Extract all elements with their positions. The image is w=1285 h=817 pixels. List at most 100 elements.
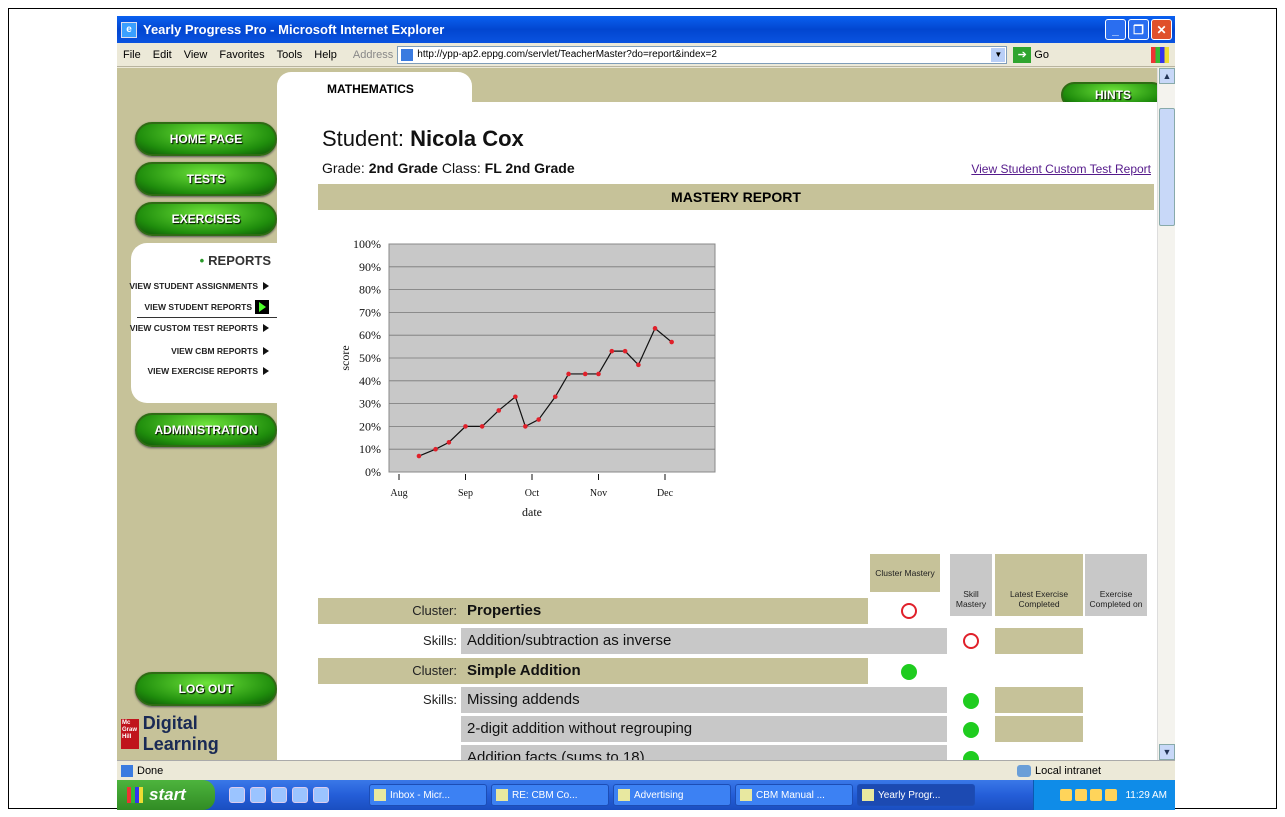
tray-icon[interactable] bbox=[1090, 789, 1103, 801]
y-tick-label: 30% bbox=[359, 397, 381, 411]
vertical-scrollbar[interactable]: ▲ ▼ bbox=[1157, 68, 1175, 760]
y-tick-label: 70% bbox=[359, 305, 381, 319]
scroll-thumb[interactable] bbox=[1159, 108, 1175, 226]
task-yearly-progress[interactable]: Yearly Progr... bbox=[857, 784, 975, 806]
restore-icon[interactable]: ❐ bbox=[1128, 19, 1149, 40]
brand: Mc Graw Hill Digital Learning bbox=[121, 713, 277, 755]
skill-mastery-header: Skill Mastery bbox=[950, 582, 992, 616]
desktop-icon[interactable] bbox=[313, 787, 329, 803]
go-label: Go bbox=[1034, 48, 1049, 61]
task-inbox[interactable]: Inbox - Micr... bbox=[369, 784, 487, 806]
x-tick-label: Sep bbox=[458, 488, 473, 499]
report-link-label: VIEW CBM REPORTS bbox=[171, 346, 258, 356]
title-bar: e Yearly Progress Pro - Microsoft Intern… bbox=[117, 16, 1175, 43]
data-point bbox=[596, 371, 601, 377]
left-nav: HOME PAGE TESTS EXERCISES • REPORTS VIEW … bbox=[117, 68, 277, 760]
media-icon[interactable] bbox=[271, 787, 287, 803]
menu-edit[interactable]: Edit bbox=[147, 49, 178, 61]
tab-mathematics[interactable]: MATHEMATICS bbox=[277, 72, 472, 102]
view-student-custom-test-report-link[interactable]: View Student Custom Test Report bbox=[971, 162, 1151, 176]
menu-help[interactable]: Help bbox=[308, 49, 343, 61]
main-panel: Student: Nicola Cox Grade: 2nd Grade Cla… bbox=[277, 102, 1157, 760]
minimize-icon[interactable]: _ bbox=[1105, 19, 1126, 40]
menu-tools[interactable]: Tools bbox=[271, 49, 309, 61]
logout-button[interactable]: LOG OUT bbox=[135, 672, 277, 706]
go-button[interactable]: ➔ Go bbox=[1013, 46, 1049, 63]
mcgraw-hill-logo: Mc Graw Hill bbox=[121, 719, 139, 749]
x-tick-label: Dec bbox=[657, 488, 674, 499]
view-student-assignments-link[interactable]: VIEW STUDENT ASSIGNMENTS bbox=[129, 281, 269, 291]
network-icon[interactable] bbox=[292, 787, 308, 803]
data-point bbox=[536, 417, 541, 422]
data-point bbox=[416, 453, 422, 459]
task-advertising[interactable]: Advertising bbox=[613, 784, 731, 806]
status-bar: Done Local intranet bbox=[117, 760, 1175, 780]
data-point bbox=[566, 371, 571, 377]
view-custom-test-reports-link[interactable]: VIEW CUSTOM TEST REPORTS bbox=[130, 323, 269, 333]
outlook-icon[interactable] bbox=[229, 787, 245, 803]
outlook-icon bbox=[374, 789, 386, 801]
y-tick-label: 80% bbox=[359, 283, 381, 297]
tests-button[interactable]: TESTS bbox=[135, 162, 277, 196]
cluster-name: Simple Addition bbox=[461, 658, 868, 684]
row-label bbox=[318, 745, 461, 760]
latest-exercise-header: Latest Exercise Completed bbox=[995, 582, 1083, 616]
tray-icon[interactable] bbox=[1075, 789, 1088, 801]
taskbar: start Inbox - Micr... RE: CBM Co... Adve… bbox=[117, 780, 1175, 810]
windows-logo-icon bbox=[1151, 46, 1169, 63]
view-cbm-reports-link[interactable]: VIEW CBM REPORTS bbox=[171, 346, 269, 356]
report-link-label: VIEW STUDENT REPORTS bbox=[144, 302, 252, 312]
start-button[interactable]: start bbox=[117, 780, 215, 810]
student-heading: Student: Nicola Cox bbox=[322, 126, 524, 152]
menu-favorites[interactable]: Favorites bbox=[213, 49, 270, 61]
view-exercise-reports-link[interactable]: VIEW EXERCISE REPORTS bbox=[147, 366, 269, 376]
close-icon[interactable]: ✕ bbox=[1151, 19, 1172, 40]
data-point bbox=[496, 408, 502, 413]
tray-icons bbox=[1060, 789, 1118, 801]
app-content: HOME PAGE TESTS EXERCISES • REPORTS VIEW … bbox=[117, 68, 1157, 760]
x-axis-label: date bbox=[522, 505, 542, 519]
zone-label: Local intranet bbox=[1035, 764, 1102, 777]
data-point bbox=[446, 440, 452, 445]
tray-icon[interactable] bbox=[1105, 789, 1118, 801]
task-label: Inbox - Micr... bbox=[390, 789, 451, 801]
y-axis-label: score bbox=[338, 345, 352, 370]
tray-icon[interactable] bbox=[1060, 789, 1073, 801]
browser-window: e Yearly Progress Pro - Microsoft Intern… bbox=[117, 16, 1175, 810]
student-label: Student: bbox=[322, 126, 404, 151]
view-student-reports-link[interactable]: VIEW STUDENT REPORTS bbox=[144, 300, 269, 314]
administration-button[interactable]: ADMINISTRATION bbox=[135, 413, 277, 447]
data-point bbox=[636, 362, 641, 368]
address-label: Address bbox=[352, 48, 394, 61]
start-label: start bbox=[149, 785, 186, 804]
cluster-mastery-header: Cluster Mastery bbox=[870, 554, 940, 592]
menu-file[interactable]: File bbox=[117, 49, 147, 61]
ie-quicklaunch-icon[interactable] bbox=[250, 787, 266, 803]
home-page-button[interactable]: HOME PAGE bbox=[135, 122, 277, 156]
table-row: Skills: Addition/subtraction as inverse bbox=[318, 628, 947, 654]
exercise-completed-on-header-top bbox=[1085, 554, 1147, 582]
status-text: Done bbox=[137, 764, 164, 777]
data-point bbox=[582, 371, 588, 377]
task-re-cbm[interactable]: RE: CBM Co... bbox=[491, 784, 609, 806]
reports-panel: • REPORTS VIEW STUDENT ASSIGNMENTS VIEW S… bbox=[129, 243, 277, 403]
ie-page-icon bbox=[121, 764, 133, 777]
play-icon bbox=[263, 347, 269, 355]
y-tick-label: 10% bbox=[359, 442, 381, 456]
task-cbm-manual[interactable]: CBM Manual ... bbox=[735, 784, 853, 806]
exercises-button[interactable]: EXERCISES bbox=[135, 202, 277, 236]
chevron-down-icon[interactable]: ▼ bbox=[991, 47, 1006, 62]
data-point bbox=[652, 326, 658, 331]
menu-view[interactable]: View bbox=[178, 49, 214, 61]
address-field[interactable]: http://ypp-ap2.eppg.com/servlet/TeacherM… bbox=[397, 45, 1008, 64]
x-tick-label: Oct bbox=[525, 488, 540, 499]
window-title: Yearly Progress Pro - Microsoft Internet… bbox=[143, 22, 445, 37]
table-row: Addition facts (sums to 18) bbox=[318, 745, 947, 760]
address-url: http://ypp-ap2.eppg.com/servlet/TeacherM… bbox=[417, 49, 717, 60]
data-point bbox=[552, 394, 558, 400]
scroll-up-icon[interactable]: ▲ bbox=[1159, 68, 1175, 84]
class-label: Class: bbox=[441, 160, 481, 176]
grade-value: 2nd Grade bbox=[368, 160, 438, 176]
scroll-down-icon[interactable]: ▼ bbox=[1159, 744, 1175, 760]
data-point bbox=[433, 446, 438, 452]
